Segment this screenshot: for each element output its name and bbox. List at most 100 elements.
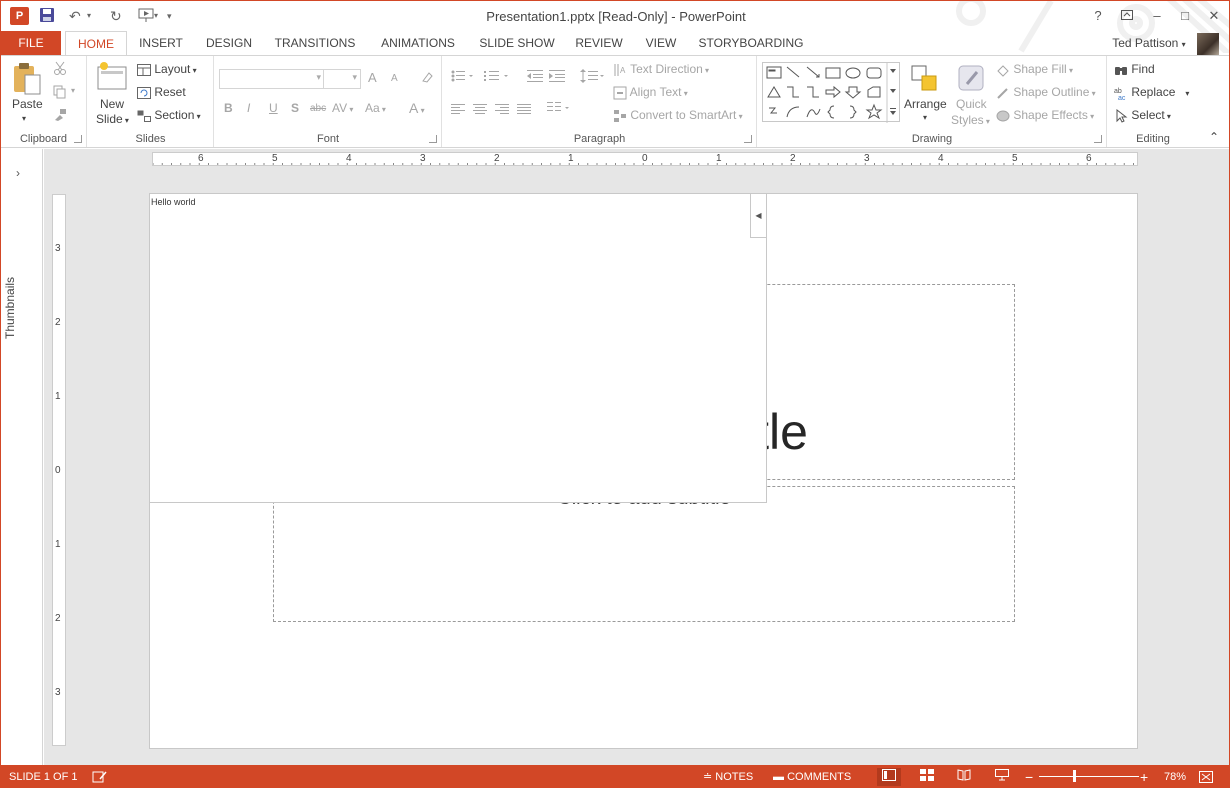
collapse-ribbon-icon[interactable]: ⌃: [1209, 130, 1219, 144]
align-text-button[interactable]: Align Text ▾: [613, 85, 688, 100]
align-center-icon[interactable]: [473, 103, 487, 117]
window-title: Presentation1.pptx [Read-Only] - PowerPo…: [486, 9, 746, 24]
shape-outline-button[interactable]: Shape Outline ▾: [996, 85, 1096, 100]
section-button[interactable]: Section ▾: [137, 108, 201, 122]
italic-button[interactable]: I: [247, 101, 250, 115]
font-size-combo[interactable]: [323, 69, 361, 89]
decrease-indent-icon[interactable]: [527, 70, 543, 85]
arrange-dropdown-icon[interactable]: ▾: [923, 113, 927, 122]
help-button[interactable]: ?: [1088, 6, 1108, 26]
tab-file[interactable]: FILE: [1, 31, 61, 55]
subtitle-placeholder[interactable]: Click to add subtitle: [273, 486, 1015, 622]
hruler-label: 1: [568, 153, 574, 164]
clipboard-launcher-icon[interactable]: [74, 135, 82, 143]
comments-button[interactable]: ▬ COMMENTS: [773, 765, 851, 787]
spell-check-icon[interactable]: [92, 765, 108, 787]
font-color-button[interactable]: A ▾: [409, 100, 425, 116]
zoom-out-button[interactable]: −: [1025, 765, 1033, 787]
restore-button[interactable]: □: [1175, 6, 1195, 26]
bold-button[interactable]: B: [224, 101, 233, 115]
change-case-dropdown-icon: ▾: [379, 105, 386, 114]
slide-show-view-icon[interactable]: [990, 768, 1014, 786]
paste-dropdown-icon[interactable]: ▾: [22, 114, 26, 123]
user-account[interactable]: Ted Pattison ▾: [1112, 31, 1219, 55]
bullets-icon[interactable]: [451, 70, 475, 85]
convert-smartart-dropdown-icon: ▾: [736, 112, 743, 121]
arrange-button[interactable]: [910, 64, 940, 97]
slide-sorter-view-icon[interactable]: [915, 768, 939, 786]
numbering-icon[interactable]: [484, 70, 510, 85]
character-spacing-button[interactable]: AV ▾: [332, 101, 353, 115]
zoom-slider-track[interactable]: [1039, 776, 1139, 777]
columns-icon[interactable]: [547, 102, 573, 117]
paragraph-launcher-icon[interactable]: [744, 135, 752, 143]
ribbon-display-options-icon[interactable]: [1117, 6, 1137, 26]
quick-styles-button[interactable]: [957, 64, 987, 97]
minimize-button[interactable]: –: [1147, 6, 1167, 26]
group-clipboard: Paste ▾ ▾ Clipboard: [1, 56, 87, 147]
line-spacing-icon[interactable]: [580, 69, 606, 86]
tab-slide-show[interactable]: SLIDE SHOW: [475, 31, 559, 55]
tab-home[interactable]: HOME: [65, 31, 127, 56]
tab-view[interactable]: VIEW: [639, 31, 683, 55]
fit-to-window-icon[interactable]: [1199, 765, 1213, 787]
notes-button[interactable]: ≐ NOTES: [703, 765, 753, 787]
zoom-level[interactable]: 78%: [1164, 765, 1186, 787]
layout-icon: [137, 63, 151, 76]
justify-icon[interactable]: [517, 103, 531, 117]
tab-insert[interactable]: INSERT: [133, 31, 189, 55]
format-painter-icon[interactable]: [53, 108, 67, 125]
new-slide-label-2[interactable]: Slide ▾: [96, 112, 129, 126]
cut-icon[interactable]: [53, 61, 67, 78]
underline-button[interactable]: U: [269, 101, 278, 115]
vruler-label: 1: [55, 391, 61, 402]
align-right-icon[interactable]: [495, 103, 509, 117]
tab-transitions[interactable]: TRANSITIONS: [267, 31, 363, 55]
tab-design[interactable]: DESIGN: [201, 31, 257, 55]
reset-button[interactable]: Reset: [137, 85, 186, 99]
zoom-in-button[interactable]: +: [1140, 765, 1148, 787]
shrink-font-button[interactable]: A: [391, 73, 398, 84]
tab-animations[interactable]: ANIMATIONS: [373, 31, 463, 55]
font-name-combo[interactable]: [219, 69, 325, 89]
find-button[interactable]: Find: [1114, 62, 1155, 77]
tab-review[interactable]: REVIEW: [571, 31, 627, 55]
new-slide-label-1[interactable]: New: [100, 97, 124, 111]
text-direction-button[interactable]: A Text Direction ▾: [613, 62, 709, 77]
quick-styles-icon: [958, 65, 984, 91]
close-button[interactable]: ✕: [1204, 6, 1224, 26]
grow-font-button[interactable]: A: [368, 70, 377, 85]
paste-icon: [14, 63, 41, 95]
shapes-gallery[interactable]: [762, 62, 900, 123]
expand-thumbnails-icon[interactable]: ›: [16, 166, 20, 180]
copy-icon[interactable]: [53, 85, 67, 102]
paste-button[interactable]: [11, 61, 43, 100]
drawing-launcher-icon[interactable]: [1094, 135, 1102, 143]
clear-formatting-icon[interactable]: [420, 70, 434, 87]
font-launcher-icon[interactable]: [429, 135, 437, 143]
select-button[interactable]: Select ▾: [1114, 108, 1171, 123]
group-paragraph: A Text Direction ▾ Align Text ▾ Convert …: [443, 56, 757, 147]
copy-dropdown-icon[interactable]: ▾: [71, 86, 75, 95]
convert-smartart-button[interactable]: Convert to SmartArt ▾: [613, 108, 743, 123]
collapse-pane-icon[interactable]: ◀: [750, 194, 766, 238]
align-left-icon[interactable]: [451, 103, 465, 117]
shape-fill-button[interactable]: Shape Fill ▾: [996, 62, 1073, 77]
text-shadow-button[interactable]: S: [291, 101, 299, 115]
shape-effects-button[interactable]: Shape Effects ▾: [996, 108, 1094, 123]
normal-view-icon[interactable]: [877, 768, 901, 786]
tab-storyboarding[interactable]: STORYBOARDING: [695, 31, 807, 55]
zoom-slider-thumb[interactable]: [1073, 770, 1076, 782]
replace-button[interactable]: ab ac Replace ▾: [1114, 85, 1189, 100]
paste-label[interactable]: Paste: [12, 97, 43, 111]
reading-view-icon[interactable]: [952, 768, 976, 786]
new-slide-button[interactable]: [96, 61, 128, 94]
thumbnails-label[interactable]: Thumbnails: [3, 259, 17, 339]
strikethrough-button[interactable]: abc: [310, 103, 326, 114]
layout-button[interactable]: Layout ▾: [137, 62, 197, 76]
arrange-label[interactable]: Arrange: [904, 97, 947, 111]
increase-indent-icon[interactable]: [549, 70, 565, 85]
quick-styles-label-1[interactable]: Quick: [956, 97, 987, 111]
quick-styles-label-2[interactable]: Styles ▾: [951, 113, 990, 127]
change-case-button[interactable]: Aa ▾: [365, 101, 386, 115]
